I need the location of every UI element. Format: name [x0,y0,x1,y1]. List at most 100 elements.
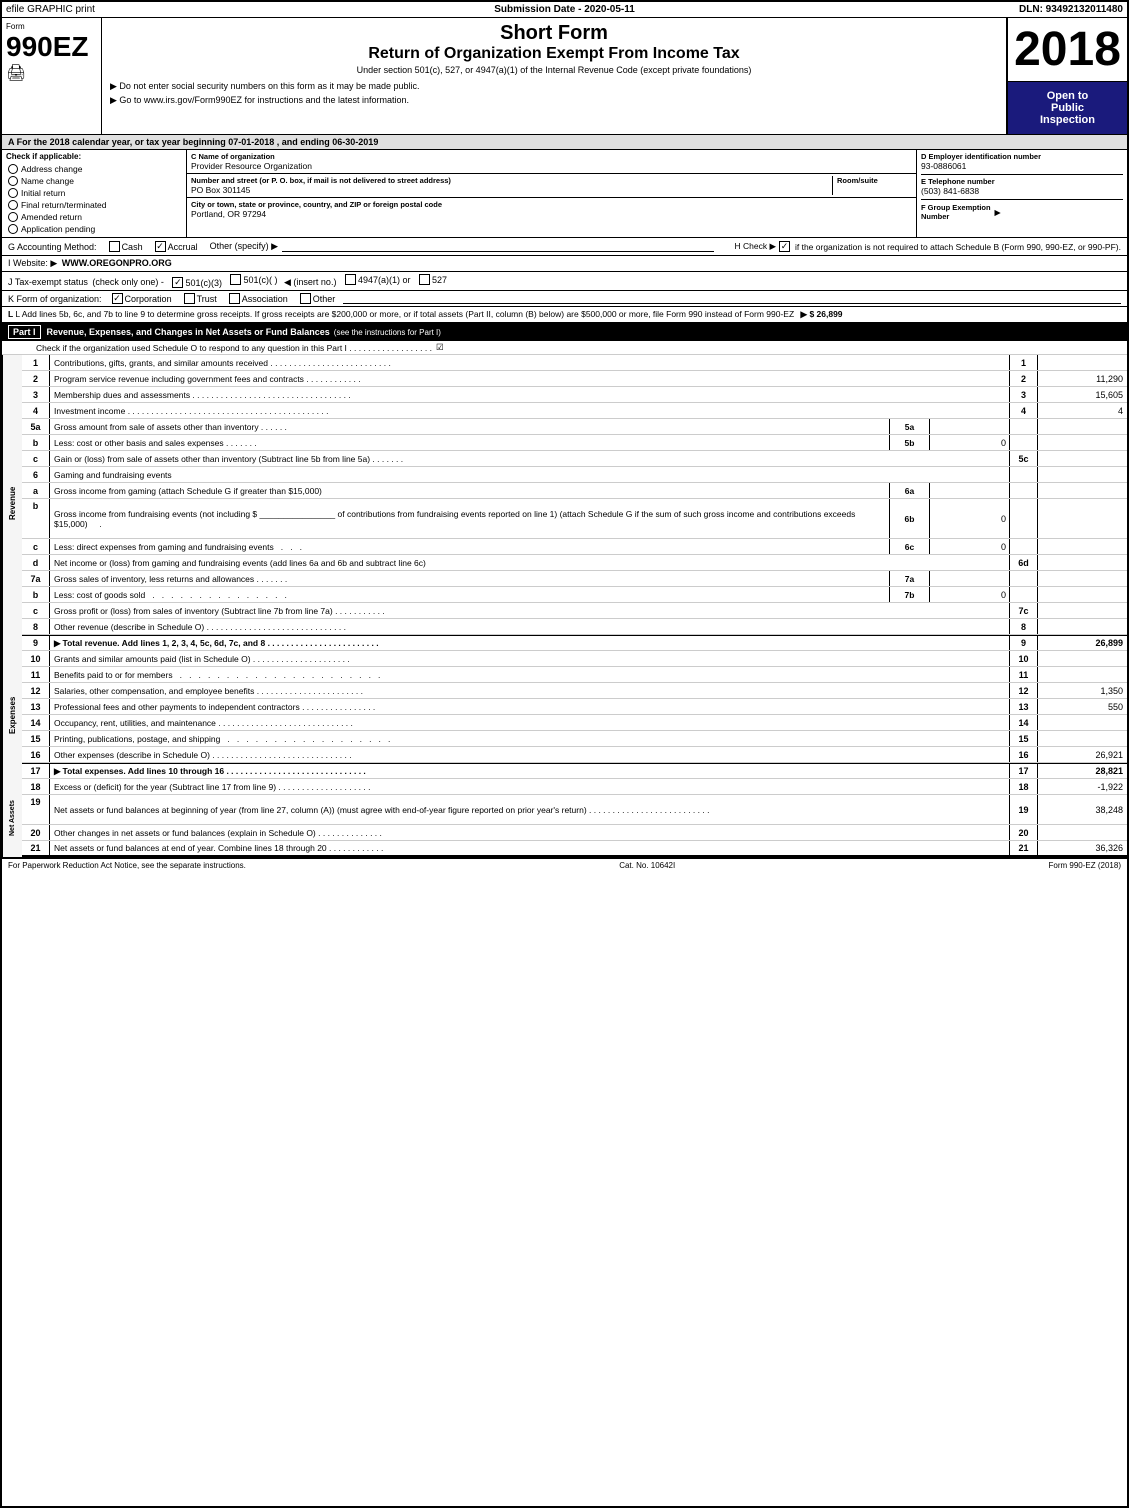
row-ref: 5b [889,435,929,450]
l-line: L L Add lines 5b, 6c, and 7b to line 9 t… [2,307,1127,323]
website-row: I Website: ▶ WWW.OREGONPRO.ORG [2,256,1127,272]
form-label: Form [6,22,97,31]
527-checkbox[interactable] [419,274,430,285]
row-desc: Net income or (loss) from gaming and fun… [50,555,1009,570]
c3-checkbox[interactable] [172,277,183,288]
row-num: b [22,587,50,602]
row-desc: Gaming and fundraising events [50,467,1009,482]
4947-checkbox[interactable] [345,274,356,285]
printer-icon: 🖨 [6,63,97,83]
row-num: 7a [22,571,50,586]
expenses-label: Expenses [2,651,22,779]
footer: For Paperwork Reduction Act Notice, see … [2,857,1127,872]
row-amount: 11,290 [1037,371,1127,386]
table-row: c Gross profit or (loss) from sales of i… [22,603,1127,619]
row-amount: 38,248 [1037,795,1127,824]
initial-return-item[interactable]: Initial return [6,187,182,199]
tax-status-row: J Tax-exempt status (check only one) - 5… [2,272,1127,291]
row-linenum [1009,499,1037,538]
table-row: 9 ▶ Total revenue. Add lines 1, 2, 3, 4,… [22,635,1127,651]
assoc-checkbox[interactable] [229,293,240,304]
row-num: 15 [22,731,50,746]
trust-checkbox[interactable] [184,293,195,304]
website-url[interactable]: WWW.OREGONPRO.ORG [62,258,172,268]
table-row: 16 Other expenses (describe in Schedule … [22,747,1127,763]
table-row: 13 Professional fees and other payments … [22,699,1127,715]
row-desc: Program service revenue including govern… [50,371,1009,386]
note1: ▶ Do not enter social security numbers o… [110,81,998,92]
accrual-label: Accrual [168,242,198,252]
row-ref-val: 0 [929,499,1009,538]
name-change-label: Name change [21,176,74,186]
row-desc: Net assets or fund balances at end of ye… [50,841,1009,855]
row-desc: Gain or (loss) from sale of assets other… [50,451,1009,466]
row-desc: Gross profit or (loss) from sales of inv… [50,603,1009,618]
row-amount: 36,326 [1037,841,1127,855]
row-ref-val: 0 [929,435,1009,450]
accrual-checkbox[interactable] [155,241,166,252]
check-sched-o-text: Check if the organization used Schedule … [36,343,432,353]
row-desc: ▶ Total expenses. Add lines 10 through 1… [50,764,1009,778]
address-change-item[interactable]: Address change [6,163,182,175]
row-amount [1037,651,1127,666]
row-amount [1037,355,1127,370]
subtitle: Under section 501(c), 527, or 4947(a)(1)… [110,65,998,75]
row-amount [1037,555,1127,570]
assoc-label: Association [242,294,288,304]
row-linenum: 21 [1009,841,1037,855]
footer-right: Form 990-EZ (2018) [1049,861,1121,870]
group-exemption-label: F Group Exemption Number ▶ [921,203,1123,221]
expenses-section: Expenses 10 Grants and similar amounts p… [2,651,1127,779]
row-num: 21 [22,841,50,855]
row-num: b [22,435,50,450]
row-ref-val: 0 [929,539,1009,554]
other-org-checkbox[interactable] [300,293,311,304]
check-sched-o-mark[interactable]: ☑ [436,342,444,353]
row-desc: Gross income from gaming (attach Schedul… [50,483,889,498]
final-return-item[interactable]: Final return/terminated [6,199,182,211]
row-num: 16 [22,747,50,762]
phone-label: E Telephone number [921,177,1123,186]
row-num: 11 [22,667,50,682]
application-pending-item[interactable]: Application pending [6,223,182,235]
efile-label: efile GRAPHIC print [6,4,285,15]
table-row: 10 Grants and similar amounts paid (list… [22,651,1127,667]
table-row: 19 Net assets or fund balances at beginn… [22,795,1127,825]
row-ref-val [929,419,1009,434]
c1-checkbox[interactable] [230,274,241,285]
amended-return-item[interactable]: Amended return [6,211,182,223]
amended-return-label: Amended return [21,212,82,222]
row-num: 14 [22,715,50,730]
row-num: c [22,539,50,554]
corp-checkbox[interactable] [112,293,123,304]
c3-label: 501(c)(3) [185,278,222,288]
row-amount: 4 [1037,403,1127,418]
row-num: 8 [22,619,50,634]
row-num: 13 [22,699,50,714]
row-linenum [1009,571,1037,586]
c1-label: 501(c)( ) [243,275,277,285]
row-amount [1037,571,1127,586]
row-amount [1037,467,1127,482]
name-change-item[interactable]: Name change [6,175,182,187]
table-row: c Less: direct expenses from gaming and … [22,539,1127,555]
row-amount [1037,731,1127,746]
check-if-applicable-label: Check if applicable: [6,152,182,161]
footer-mid: Cat. No. 10642I [619,861,675,870]
cash-checkbox[interactable] [109,241,120,252]
footer-left: For Paperwork Reduction Act Notice, see … [8,861,246,870]
row-ref-val [929,571,1009,586]
net-assets-section: Net Assets 18 Excess or (deficit) for th… [2,779,1127,857]
note2: ▶ Go to www.irs.gov/Form990EZ for instru… [110,95,998,106]
h-checkbox[interactable] [779,241,790,252]
row-num: c [22,603,50,618]
cash-label: Cash [122,242,143,252]
table-row: 15 Printing, publications, postage, and … [22,731,1127,747]
row-linenum: 8 [1009,619,1037,634]
row-linenum [1009,539,1037,554]
row-ref: 7b [889,587,929,602]
row-num: 17 [22,764,50,778]
row-desc: Membership dues and assessments . . . . … [50,387,1009,402]
table-row: 8 Other revenue (describe in Schedule O)… [22,619,1127,635]
city-label: City or town, state or province, country… [191,200,912,209]
